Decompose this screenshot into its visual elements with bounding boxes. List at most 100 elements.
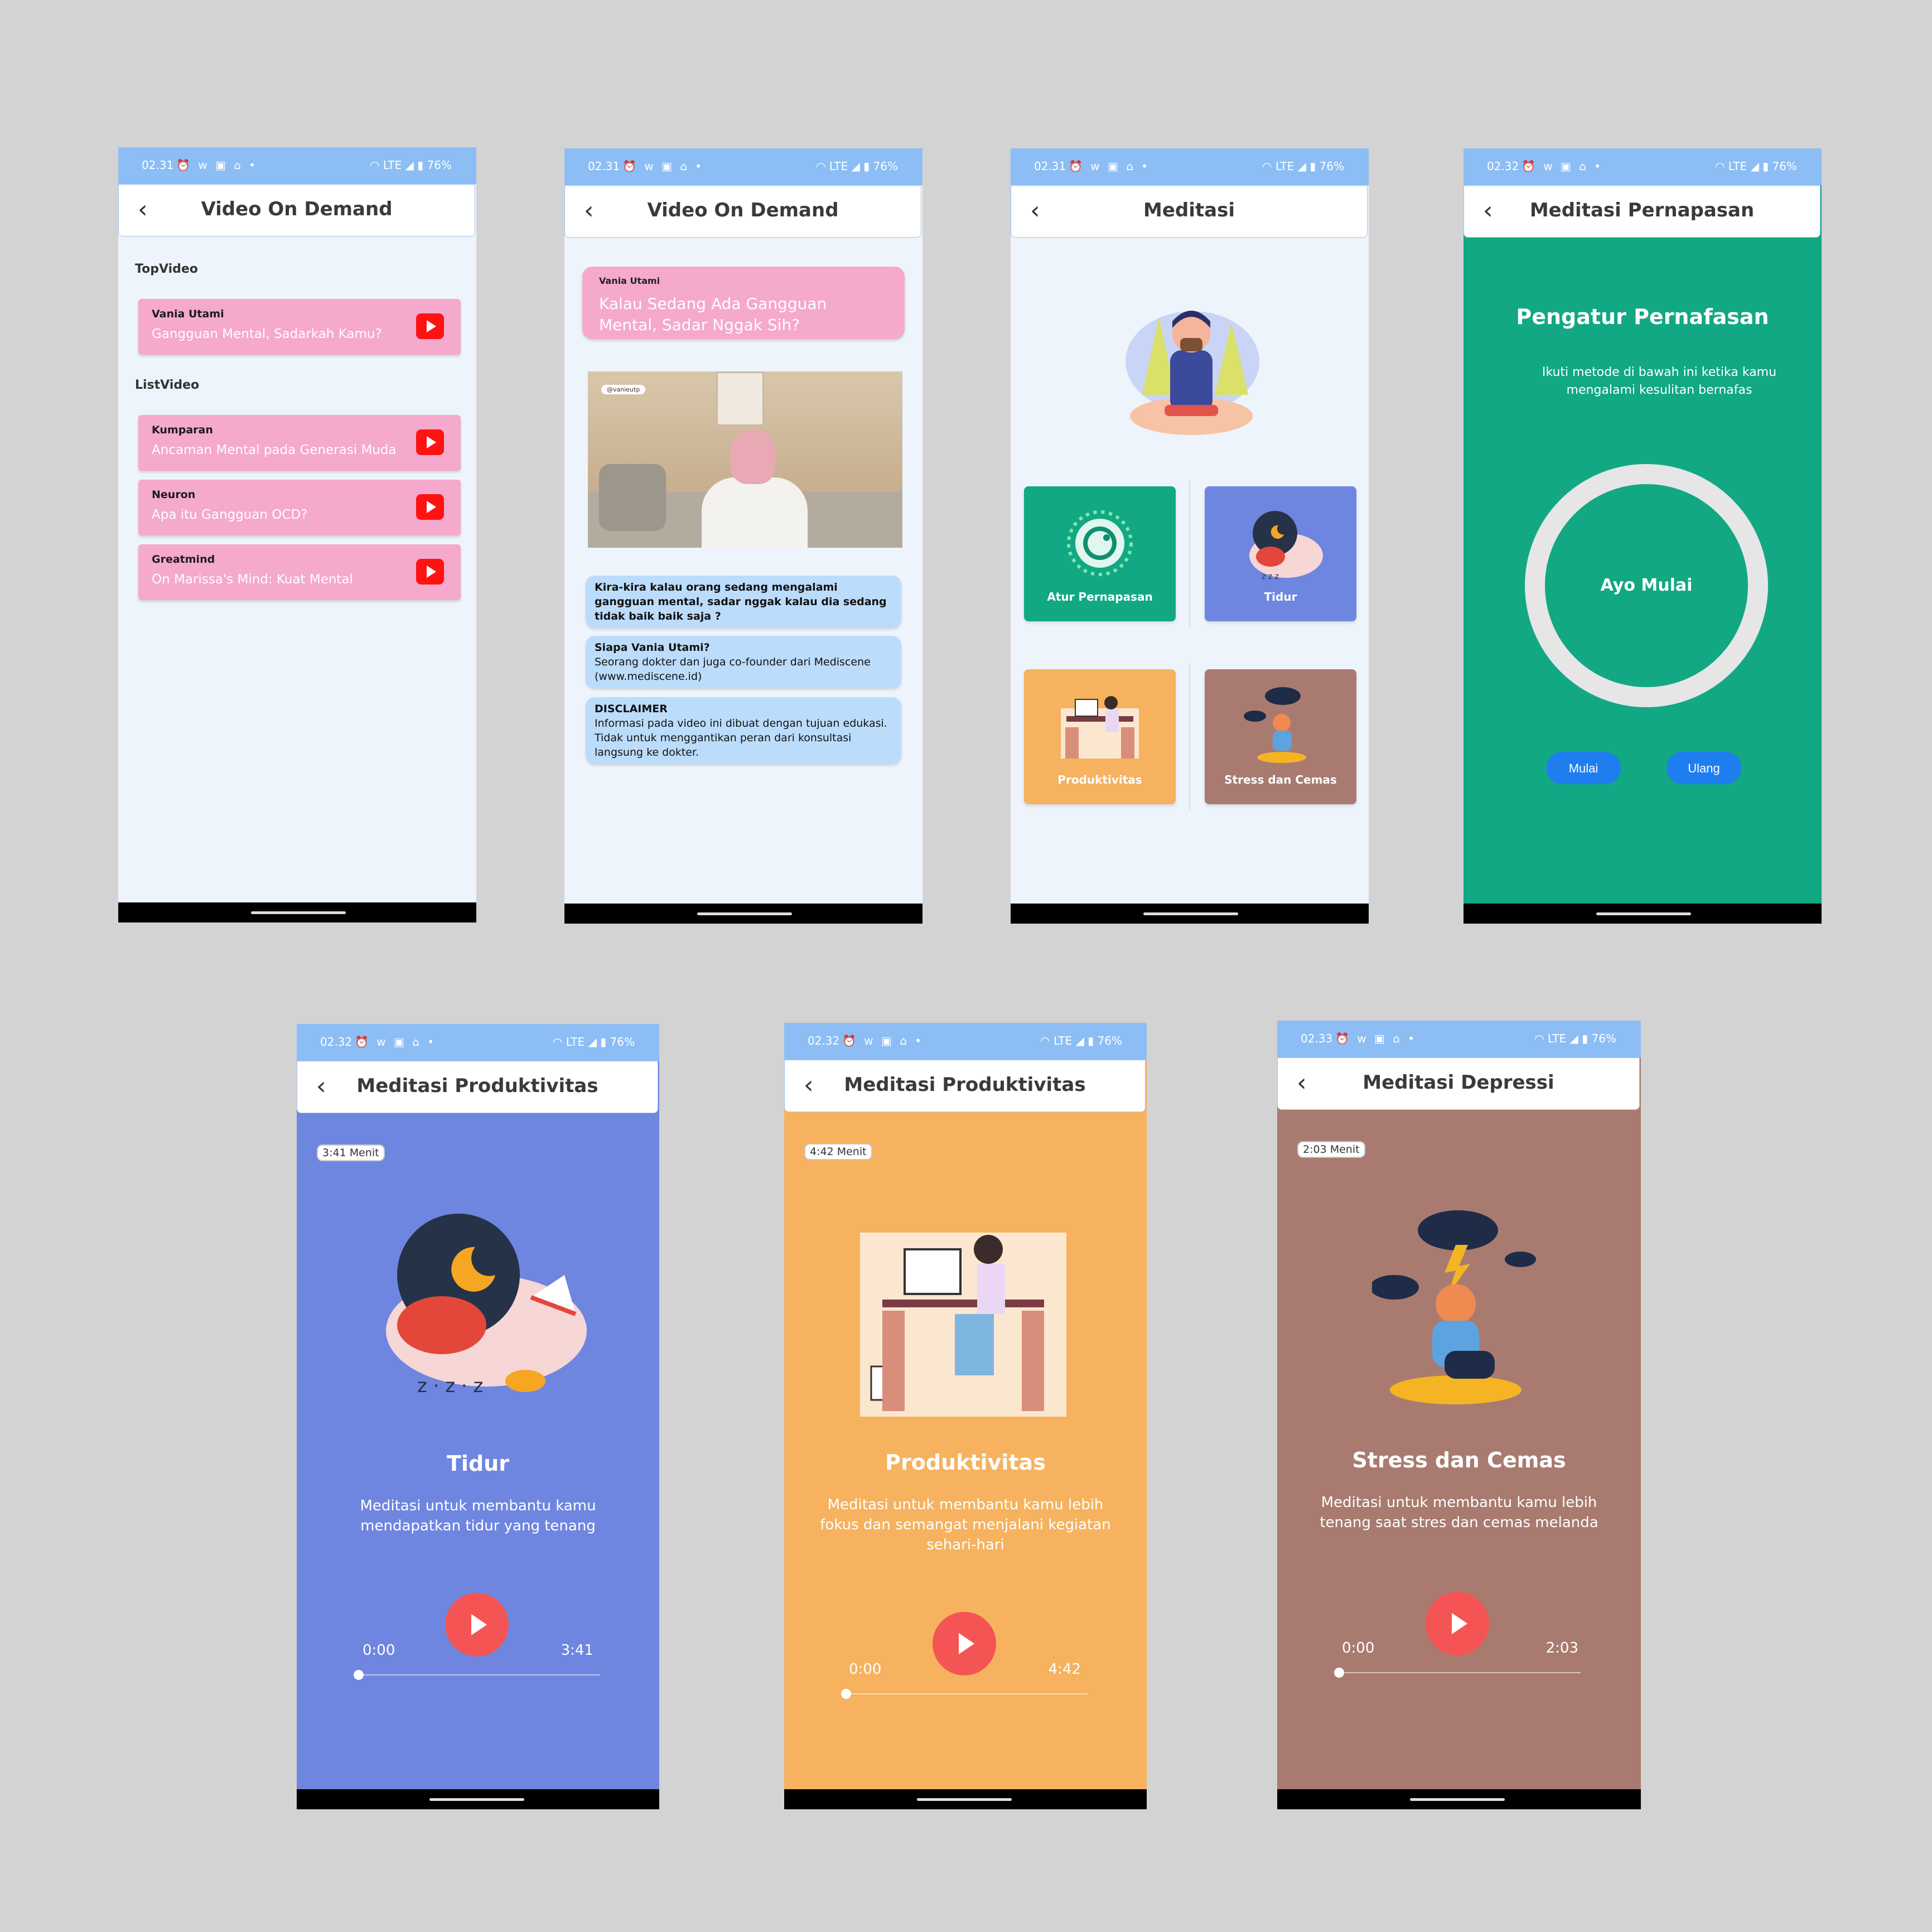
page-title: Meditasi Produktivitas [356,1075,598,1097]
presenter-head [731,429,775,484]
youtube-play-icon[interactable] [416,559,444,585]
svg-text:z · z · z: z · z · z [417,1375,483,1397]
system-nav-bar [1277,1789,1641,1809]
slider-knob[interactable] [1334,1668,1344,1678]
tile-stress-dan-cemas[interactable]: Stress dan Cemas [1205,669,1356,804]
play-button[interactable] [933,1612,996,1675]
home-indicator[interactable] [917,1798,1012,1801]
screen-video-list: 02.31 ⏰ ᴡ ▣ ⌂ • ◠ LTE ◢ ▮ 76% ‹ Video On… [118,147,476,922]
progress-slider[interactable] [1334,1668,1581,1678]
play-button[interactable] [1426,1592,1489,1655]
stress-icon [1244,687,1306,763]
play-button[interactable] [445,1593,509,1656]
video-card[interactable]: Greatmind On Marissa's Mind: Kuat Mental [138,544,461,600]
progress-slider[interactable] [354,1670,600,1680]
breathing-gauge-icon [1067,510,1133,576]
system-nav-bar [1464,904,1822,924]
status-bar: 02.31 ⏰ ᴡ ▣ ⌂ • ◠ LTE ◢ ▮ 76% [564,148,922,185]
home-indicator[interactable] [1143,912,1238,915]
sleep-illustration: z · z · z [386,1214,587,1397]
home-indicator[interactable] [1596,912,1691,915]
status-time: 02.32 [320,1035,352,1049]
progress-slider[interactable] [841,1689,1088,1699]
video-source: Vania Utami [152,308,224,320]
system-nav-bar [1011,904,1369,924]
app-bar: ‹ Meditasi Depressi [1277,1057,1640,1110]
home-indicator[interactable] [697,912,792,915]
video-title: Gangguan Mental, Sadarkah Kamu? [152,327,382,341]
page-title: Meditasi [1143,199,1235,221]
app-bar: ‹ Meditasi Produktivitas [784,1060,1146,1112]
video-pillow [599,464,666,531]
slider-knob[interactable] [354,1670,364,1680]
system-nav-bar [784,1789,1147,1809]
status-time: 02.31 [1034,160,1066,173]
instagram-tag: @vanieutp [601,385,646,394]
status-icons-left: ⏰ ᴡ ▣ ⌂ • [1522,160,1603,173]
status-icons-left: ⏰ ᴡ ▣ ⌂ • [176,158,258,172]
productivity-illustration [860,1233,1066,1417]
video-card[interactable]: Kumparan Ancaman Mental pada Generasi Mu… [138,415,461,471]
total-time: 2:03 [1545,1640,1578,1656]
video-source: Greatmind [152,553,215,566]
youtube-play-icon[interactable] [416,313,444,339]
app-bar: ‹ Video On Demand [564,185,921,238]
svg-text:z z z: z z z [1262,572,1279,581]
youtube-play-icon[interactable] [416,429,444,455]
sleep-icon: z z z [1249,511,1323,581]
tile-produktivitas[interactable]: Produktivitas [1024,669,1176,804]
meditation-illustration [1126,311,1259,435]
duration-badge: 4:42 Menit [804,1143,872,1160]
video-title: Apa itu Gangguan OCD? [152,508,308,522]
track-title: Produktivitas [885,1450,1046,1475]
question-bubble: Kira-kira kalau orang sedang mengalami g… [586,576,901,628]
youtube-play-icon[interactable] [416,494,444,520]
screen-meditation-menu: 02.31 ⏰ ᴡ ▣ ⌂ • ◠ LTE ◢ ▮ 76% ‹ Meditasi… [1011,148,1369,924]
section-label-top-video: TopVideo [135,262,198,276]
tile-tidur[interactable]: z z z Tidur [1205,486,1356,621]
video-card[interactable]: Neuron Apa itu Gangguan OCD? [138,480,461,535]
tile-divider [1189,481,1190,627]
section-label-list-video: ListVideo [135,378,200,392]
tile-label: Stress dan Cemas [1224,773,1337,786]
tile-divider [1189,664,1190,810]
home-indicator[interactable] [1410,1798,1505,1801]
screen-video-detail: 02.31 ⏰ ᴡ ▣ ⌂ • ◠ LTE ◢ ▮ 76% ‹ Video On… [564,148,922,924]
track-title: Tidur [447,1451,509,1476]
status-bar: 02.32 ⏰ ᴡ ▣ ⌂ • ◠ LTE ◢ ▮ 76% [784,1023,1147,1060]
reset-button[interactable]: Ulang [1667,752,1741,784]
total-time: 4:42 [1048,1661,1081,1678]
productivity-icon [1061,696,1139,759]
status-bar: 02.33 ⏰ ᴡ ▣ ⌂ • ◠ LTE ◢ ▮ 76% [1277,1021,1641,1057]
app-bar: ‹ Meditasi [1011,185,1368,238]
duration-badge: 2:03 Menit [1297,1141,1365,1158]
ring-label: Ayo Mulai [1600,576,1693,595]
stress-illustration [1372,1210,1536,1404]
video-title: Kalau Sedang Ada Gangguan Mental, Sadar … [599,294,827,334]
status-time: 02.32 [808,1034,840,1047]
status-time: 02.33 [1301,1032,1333,1045]
slider-knob[interactable] [841,1689,851,1699]
status-bar: 02.32 ⏰ ᴡ ▣ ⌂ • ◠ LTE ◢ ▮ 76% [1464,148,1822,185]
status-icons-right: ◠ LTE ◢ ▮ 76% [1262,160,1344,173]
tile-atur-pernapasan[interactable]: Atur Pernapasan [1024,486,1176,621]
status-icons-left: ⏰ ᴡ ▣ ⌂ • [1335,1032,1417,1045]
status-icons-left: ⏰ ᴡ ▣ ⌂ • [622,160,704,173]
status-time: 02.32 [1487,160,1519,173]
about-text: Seorang dokter dan juga co-founder dari … [595,656,871,683]
status-bar: 02.31 ⏰ ᴡ ▣ ⌂ • ◠ LTE ◢ ▮ 76% [1011,148,1369,185]
elapsed-time: 0:00 [363,1642,395,1659]
video-player[interactable]: @vanieutp [588,371,902,548]
status-icons-right: ◠ LTE ◢ ▮ 76% [370,158,452,172]
elapsed-time: 0:00 [1342,1640,1375,1656]
home-indicator[interactable] [429,1798,524,1801]
home-indicator[interactable] [251,911,346,914]
track-description: Meditasi untuk membantu kamu lebih tenan… [1320,1494,1598,1531]
start-button[interactable]: Mulai [1546,752,1621,784]
status-time: 02.31 [588,160,620,173]
video-card[interactable]: Vania Utami Gangguan Mental, Sadarkah Ka… [138,299,461,355]
system-nav-bar [118,902,476,922]
video-source: Neuron [152,489,196,501]
breathing-heading: Pengatur Pernafasan [1516,305,1769,329]
system-nav-bar [564,904,922,924]
